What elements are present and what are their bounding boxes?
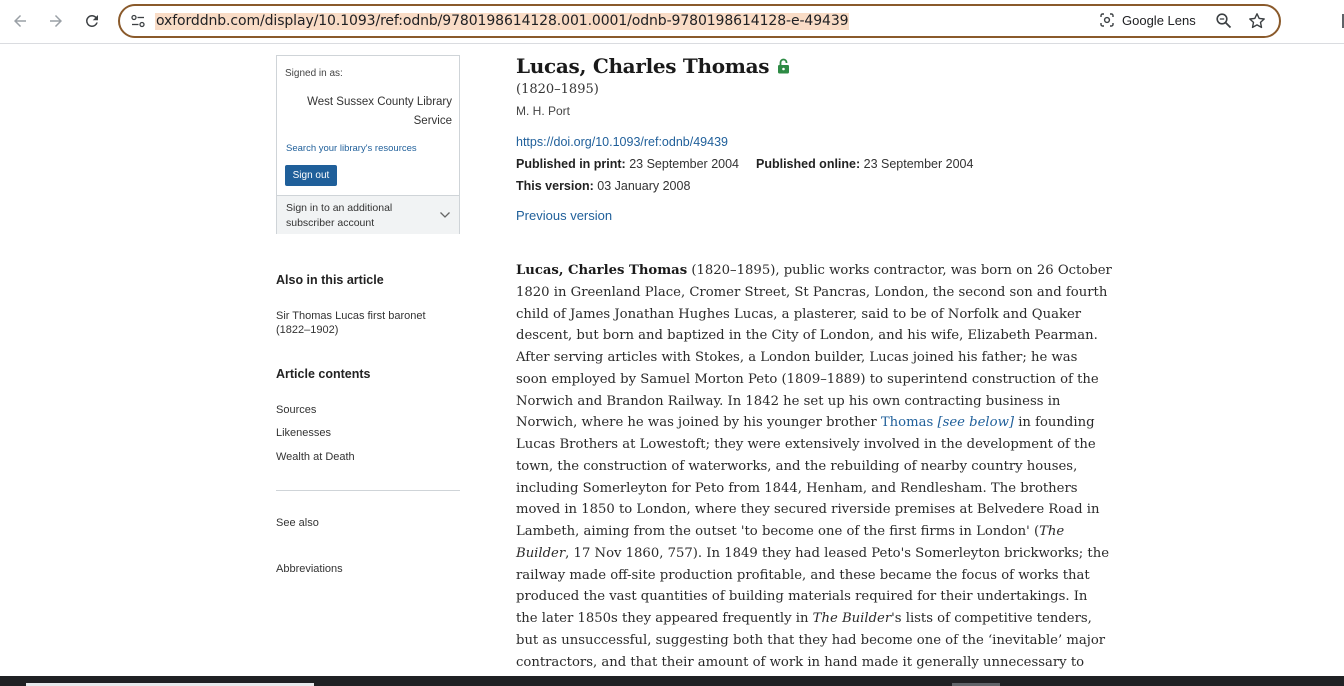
published-online-date: 23 September 2004 bbox=[863, 157, 974, 171]
forward-button[interactable] bbox=[42, 7, 70, 35]
google-lens-label: Google Lens bbox=[1122, 12, 1196, 28]
article-dates: (1820–1895) bbox=[516, 82, 599, 97]
article-title-text: Lucas, Charles Thomas bbox=[516, 54, 770, 78]
back-arrow-icon bbox=[14, 15, 26, 27]
publication-info: Published in print: 23 September 2004 Pu… bbox=[516, 157, 973, 171]
lead-name: Lucas, Charles Thomas bbox=[516, 263, 688, 278]
additional-account-label: Sign in to an additional subscriber acco… bbox=[286, 202, 393, 229]
thomas-link[interactable]: Thomas [see below] bbox=[881, 415, 1014, 430]
chevron-down-icon bbox=[440, 212, 450, 218]
body-line: but as unsuccessful, suggesting both tha… bbox=[516, 632, 1106, 648]
contents-link-wealth-at-death[interactable]: Wealth at Death bbox=[276, 450, 355, 464]
body-line: contractors, and that their amount of wo… bbox=[516, 654, 1085, 670]
body-line: Builder, 17 Nov 1860, 757). In 1849 they… bbox=[516, 545, 1110, 561]
body-line: Lambeth, aiming from the outset 'to beco… bbox=[516, 524, 1065, 539]
star-icon[interactable] bbox=[1248, 12, 1266, 30]
sidebar-divider bbox=[276, 490, 460, 491]
published-online-label: Published online: bbox=[755, 157, 861, 171]
google-lens-icon bbox=[1100, 13, 1114, 27]
article-body: Lucas, Charles Thomas (1820–1895), publi… bbox=[516, 260, 1112, 673]
sign-out-button[interactable]: Sign out bbox=[285, 165, 337, 186]
body-line: After serving articles with Stokes, a Lo… bbox=[516, 350, 1078, 365]
body-line: 1820 in Greenland Place, Cromer Street, … bbox=[516, 284, 1108, 300]
body-line: railway made off-site production profita… bbox=[516, 567, 1090, 583]
this-version-label: This version: bbox=[516, 179, 594, 193]
address-bar[interactable]: oxforddnb.com/display/10.1093/ref:odnb/9… bbox=[118, 4, 1281, 38]
this-version-date: 03 January 2008 bbox=[597, 179, 691, 193]
contents-link-likenesses[interactable]: Likenesses bbox=[276, 426, 331, 440]
signed-in-label: Signed in as: bbox=[285, 68, 343, 79]
published-print-date: 23 September 2004 bbox=[629, 157, 740, 171]
body-line: soon employed by Samuel Morton Peto (180… bbox=[516, 371, 1099, 387]
open-access-lock-icon bbox=[778, 58, 790, 74]
also-in-article-link[interactable]: Sir Thomas Lucas first baronet (1822–190… bbox=[276, 309, 446, 337]
version-info: This version: 03 January 2008 bbox=[516, 179, 690, 193]
also-in-article-heading: Also in this article bbox=[276, 273, 384, 287]
body-line: Norwich, where he was joined by his youn… bbox=[516, 415, 1095, 431]
published-print-label: Published in print: bbox=[516, 157, 626, 171]
contents-link-sources[interactable]: Sources bbox=[276, 403, 316, 417]
google-lens-button[interactable]: Google Lens bbox=[1099, 12, 1196, 28]
signin-panel: Signed in as: West Sussex County Library… bbox=[276, 55, 460, 234]
browser-toolbar: oxforddnb.com/display/10.1093/ref:odnb/9… bbox=[0, 0, 1344, 44]
back-button[interactable] bbox=[6, 7, 34, 35]
see-also-link[interactable]: See also bbox=[276, 516, 319, 530]
body-line: produced the vast quantities of building… bbox=[516, 589, 1088, 605]
body-line: Lucas Brothers at Lowestoft; they were e… bbox=[516, 437, 1096, 452]
body-line: child of James Jonathan Hughes Lucas, a … bbox=[516, 306, 1082, 322]
article-contents-heading: Article contents bbox=[276, 367, 371, 381]
body-line: moved in 1850 to London, where they secu… bbox=[516, 502, 1100, 518]
body-line: town, the construction of waterworks, an… bbox=[516, 458, 1078, 474]
site-info-icon[interactable] bbox=[130, 13, 146, 29]
body-line: the later 1850s they appeared frequently… bbox=[516, 611, 1092, 626]
reload-icon bbox=[86, 14, 98, 27]
reload-button[interactable] bbox=[78, 7, 106, 35]
body-line: including Somerleyton for Peto from 1844… bbox=[516, 480, 1078, 496]
body-line: descent, but born and baptized in the Ci… bbox=[516, 328, 1098, 344]
forward-arrow-icon bbox=[50, 15, 62, 27]
url-text[interactable]: oxforddnb.com/display/10.1093/ref:odnb/9… bbox=[155, 13, 850, 30]
body-line: Lucas, Charles Thomas (1820–1895), publi… bbox=[516, 263, 1112, 278]
article-title: Lucas, Charles Thomas bbox=[516, 54, 790, 78]
previous-version-link[interactable]: Previous version bbox=[516, 208, 612, 223]
body-line: Norwich and Brandon Railway. In 1842 he … bbox=[516, 393, 1061, 409]
institution-name: West Sussex County Library Service bbox=[307, 96, 452, 127]
abbreviations-link[interactable]: Abbreviations bbox=[276, 562, 343, 576]
additional-account-toggle[interactable]: Sign in to an additional subscriber acco… bbox=[277, 195, 459, 234]
doi-link[interactable]: https://doi.org/10.1093/ref:odnb/49439 bbox=[516, 135, 728, 149]
library-resources-link[interactable]: Search your library's resources bbox=[286, 143, 417, 154]
article-author[interactable]: M. H. Port bbox=[516, 104, 570, 118]
zoom-icon[interactable] bbox=[1215, 12, 1233, 30]
